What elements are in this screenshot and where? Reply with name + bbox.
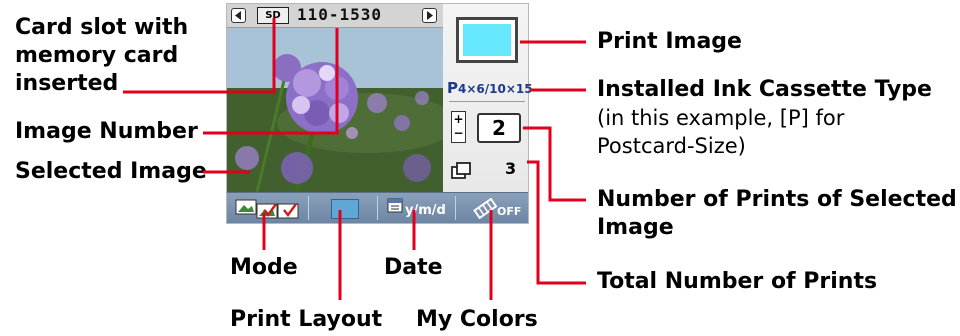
callout-lines xyxy=(123,18,586,300)
leader-image-number xyxy=(203,28,339,135)
leader-card-slot xyxy=(123,18,276,94)
leader-total-prints xyxy=(527,160,586,285)
leader-prints-selected xyxy=(523,126,586,202)
